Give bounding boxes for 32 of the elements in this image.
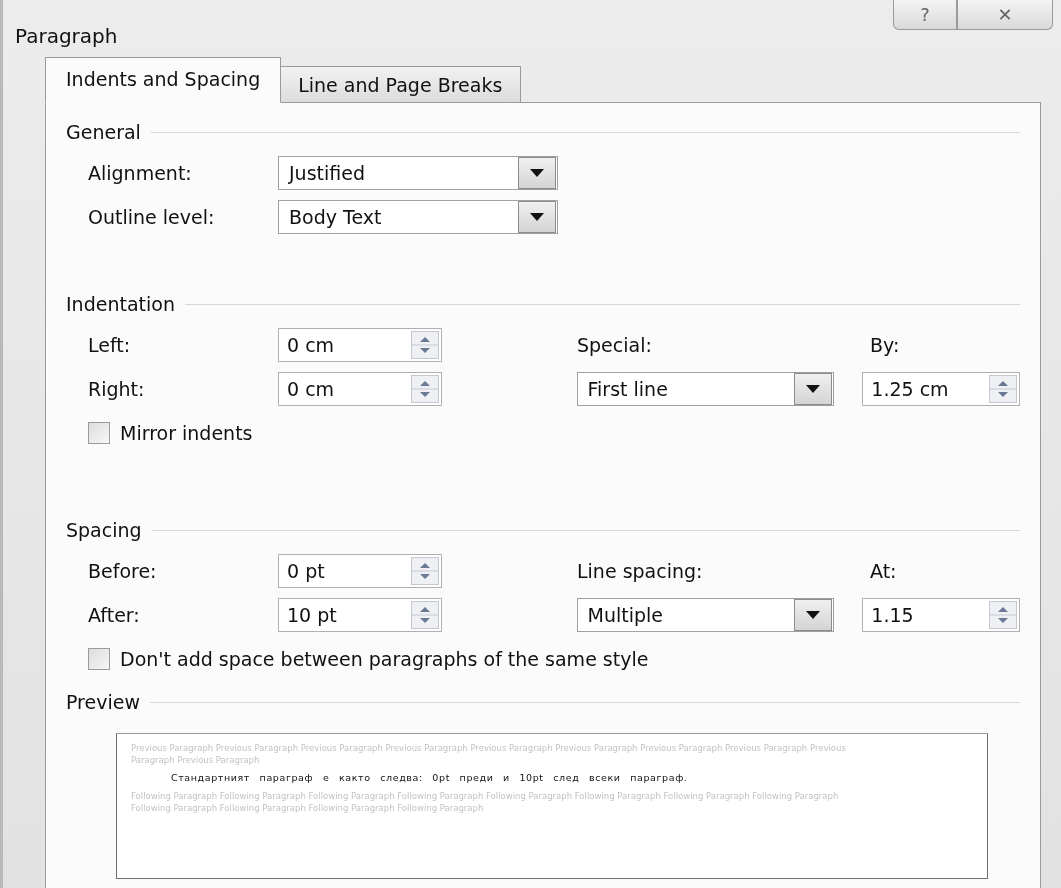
window-title: Paragraph xyxy=(15,24,118,48)
dropdown[interactable]: Multiple xyxy=(576,598,835,632)
spin-field[interactable]: 0 cm xyxy=(278,328,442,362)
section-heading: Spacing xyxy=(66,519,142,541)
field-label: At: xyxy=(870,560,898,582)
field-label: Alignment: xyxy=(88,162,193,184)
field-label: Before: xyxy=(88,560,158,582)
dropdown[interactable]: First line xyxy=(576,372,835,406)
field-label: Left: xyxy=(88,334,132,356)
section-heading: General xyxy=(66,121,141,143)
section-heading: Indentation xyxy=(66,293,175,315)
spin-field[interactable]: 1.15 xyxy=(862,598,1020,632)
field-label: By: xyxy=(870,334,901,356)
spin-field[interactable]: 10 pt xyxy=(278,598,442,632)
spin-field[interactable]: 0 pt xyxy=(278,554,442,588)
field-label: Special: xyxy=(577,334,653,356)
dropdown[interactable]: Body Text xyxy=(278,200,558,234)
tab[interactable]: Indents and Spacing xyxy=(45,57,282,103)
help-button[interactable]: ? xyxy=(893,0,957,30)
field-label: Outline level: xyxy=(88,206,216,228)
spin-field[interactable]: 1.25 cm xyxy=(862,372,1020,406)
preview-sample-text: Стандартният параграф е както следва: 0pt преди и 10pt след всеки параграф. xyxy=(170,772,689,784)
field-label: Line spacing: xyxy=(577,560,704,582)
tab[interactable]: Line and Page Breaks xyxy=(279,66,522,103)
checkbox-label: Mirror indents xyxy=(120,422,253,444)
section-heading: Preview xyxy=(66,691,140,713)
field-label: After: xyxy=(88,604,141,626)
close-button[interactable]: ✕ xyxy=(957,0,1053,30)
spin-field[interactable]: 0 cm xyxy=(278,372,442,406)
field-label: Right: xyxy=(88,378,146,400)
checkbox-label: Don't add space between paragraphs of the same style xyxy=(120,648,649,670)
dropdown[interactable]: Justified xyxy=(278,156,558,190)
